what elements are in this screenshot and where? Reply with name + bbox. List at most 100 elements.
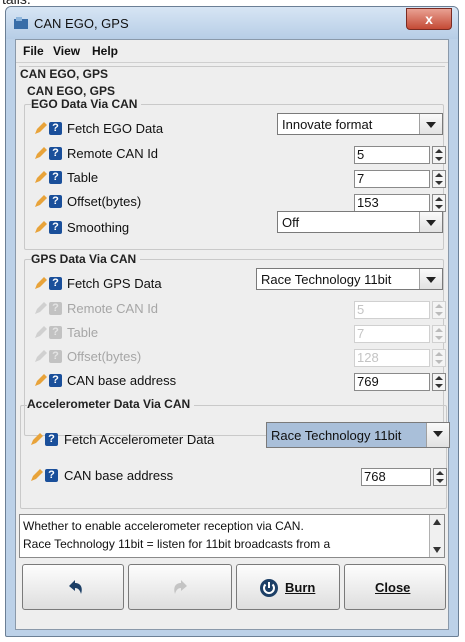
gps-remote-can-id-spinner: 5 (354, 301, 446, 319)
inner-panel-title: CAN EGO, GPS (27, 84, 120, 98)
menu-help[interactable]: Help (92, 44, 118, 58)
ego-table-spinner[interactable]: 7 (354, 170, 446, 188)
help-icon[interactable]: ? (45, 469, 58, 482)
pencil-icon (31, 433, 43, 445)
pencil-icon (35, 302, 47, 314)
pencil-icon (35, 147, 47, 159)
pencil-icon (31, 469, 43, 481)
gps-table-spinner: 7 (354, 325, 446, 343)
chevron-down-icon[interactable] (426, 423, 449, 447)
fetch-gps-label: Fetch GPS Data (67, 276, 162, 291)
spinner-arrows-icon[interactable] (433, 468, 447, 486)
fetch-ego-label: Fetch EGO Data (67, 121, 164, 136)
scroll-down-icon[interactable] (433, 547, 441, 553)
menu-view[interactable]: View (53, 44, 80, 58)
help-icon: ? (49, 302, 62, 315)
gps-offset-field: 128 (354, 349, 430, 367)
pencil-icon (35, 326, 47, 338)
power-icon (260, 579, 278, 597)
ego-smoothing-value: Off (282, 215, 300, 230)
accelerometer-group (20, 405, 447, 509)
gps-base-address-label: CAN base address (67, 373, 177, 388)
pencil-icon (35, 122, 47, 134)
spinner-arrows-icon[interactable] (432, 373, 446, 391)
ego-offset-spinner[interactable]: 153 (354, 194, 446, 212)
spinner-arrows-icon (432, 325, 446, 343)
ego-offset-label: Offset(bytes) (67, 194, 142, 209)
accel-base-address-field[interactable]: 768 (361, 468, 431, 486)
help-icon[interactable]: ? (49, 122, 62, 135)
fetch-ego-select[interactable]: Innovate format (277, 113, 443, 135)
help-icon[interactable]: ? (49, 171, 62, 184)
burn-button-label: Burn (285, 580, 316, 595)
close-button-label: Close (375, 580, 411, 595)
gps-remote-can-id-label: Remote CAN Id (67, 301, 159, 316)
chevron-down-icon[interactable] (419, 212, 442, 232)
help-icon: ? (49, 326, 62, 339)
app-icon (14, 17, 28, 29)
help-icon[interactable]: ? (49, 221, 62, 234)
pencil-icon (35, 221, 47, 233)
ego-remote-can-id-field[interactable]: 5 (354, 146, 430, 164)
undo-button[interactable] (22, 564, 124, 610)
ego-remote-can-id-spinner[interactable]: 5 (354, 146, 446, 164)
title-bar[interactable]: CAN EGO, GPS x (6, 7, 458, 39)
help-icon[interactable]: ? (49, 195, 62, 208)
ego-table-field[interactable]: 7 (354, 170, 430, 188)
dialog-window: CAN EGO, GPS x File View Help CAN EGO, G… (5, 6, 459, 637)
menu-file[interactable]: File (23, 44, 44, 58)
undo-icon (69, 580, 82, 594)
gps-offset-label: Offset(bytes) (67, 349, 142, 364)
help-icon[interactable]: ? (49, 277, 62, 290)
outer-panel-title: CAN EGO, GPS (20, 67, 113, 81)
accelerometer-group-title: Accelerometer Data Via CAN (27, 397, 195, 411)
fetch-gps-value: Race Technology 11bit (261, 272, 392, 287)
close-button[interactable]: Close (344, 564, 446, 610)
ego-offset-field[interactable]: 153 (354, 194, 430, 212)
pencil-icon (35, 350, 47, 362)
gps-group-title: GPS Data Via CAN (31, 252, 141, 266)
spinner-arrows-icon[interactable] (432, 194, 446, 212)
help-icon[interactable]: ? (49, 147, 62, 160)
fetch-accelerometer-label: Fetch Accelerometer Data (64, 432, 215, 447)
fetch-accelerometer-value: Race Technology 11bit (271, 428, 402, 443)
fetch-gps-select[interactable]: Race Technology 11bit (256, 268, 443, 290)
ego-smoothing-label: Smoothing (67, 220, 130, 235)
chevron-down-icon[interactable] (419, 114, 442, 134)
spinner-arrows-icon[interactable] (432, 170, 446, 188)
spinner-arrows-icon (432, 349, 446, 367)
spinner-arrows-icon[interactable] (432, 146, 446, 164)
help-icon[interactable]: ? (45, 433, 58, 446)
pencil-icon (35, 195, 47, 207)
chevron-down-icon[interactable] (419, 269, 442, 289)
window-close-button[interactable]: x (406, 8, 452, 30)
ego-remote-can-id-label: Remote CAN Id (67, 146, 159, 161)
gps-table-label: Table (67, 325, 99, 340)
description-panel[interactable]: Whether to enable accelerometer receptio… (19, 514, 445, 558)
gps-offset-spinner: 128 (354, 349, 446, 367)
dialog-client-area: File View Help CAN EGO, GPS CAN EGO, GPS… (15, 39, 450, 630)
spinner-arrows-icon (432, 301, 446, 319)
pencil-icon (35, 374, 47, 386)
ego-smoothing-select[interactable]: Off (277, 211, 443, 233)
redo-button (128, 564, 232, 610)
accel-base-address-spinner[interactable]: 768 (361, 468, 447, 486)
gps-base-address-field[interactable]: 769 (354, 373, 430, 391)
help-icon[interactable]: ? (49, 374, 62, 387)
gps-base-address-spinner[interactable]: 769 (354, 373, 446, 391)
window-title: CAN EGO, GPS (34, 16, 129, 31)
burn-button[interactable]: Burn (236, 564, 340, 610)
ego-table-label: Table (67, 170, 99, 185)
accel-base-address-label: CAN base address (64, 468, 174, 483)
gps-table-field: 7 (354, 325, 430, 343)
description-line-2: Race Technology 11bit = listen for 11bit… (23, 537, 331, 551)
description-scrollbar[interactable] (429, 515, 444, 557)
pencil-icon (35, 277, 47, 289)
gps-remote-can-id-field: 5 (354, 301, 430, 319)
scroll-up-icon[interactable] (433, 519, 441, 525)
fetch-ego-value: Innovate format (282, 117, 373, 132)
redo-icon (174, 580, 187, 594)
fetch-accelerometer-select[interactable]: Race Technology 11bit (266, 422, 450, 448)
description-line-1: Whether to enable accelerometer receptio… (23, 519, 304, 533)
pencil-icon (35, 171, 47, 183)
